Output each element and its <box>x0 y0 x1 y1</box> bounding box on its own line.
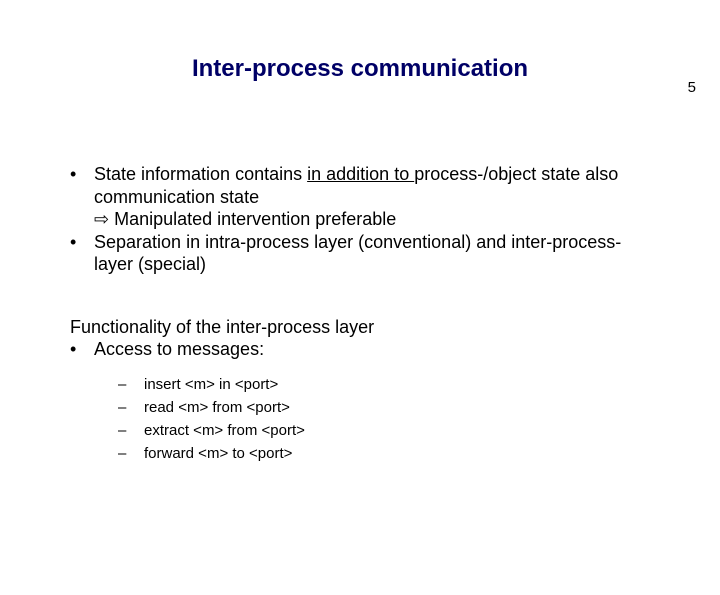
bullet-item-2: • Separation in intra-process layer (con… <box>70 231 660 276</box>
bullet-text: Access to messages: <box>94 338 660 361</box>
dash-icon: – <box>118 419 144 442</box>
page-number: 5 <box>688 79 696 96</box>
dash-icon: – <box>118 373 144 396</box>
arrow-icon: ⇨ <box>94 209 109 229</box>
bullet-dot-icon: • <box>70 163 94 186</box>
list-item: – read <m> from <port> <box>118 396 660 419</box>
bullet-dot-icon: • <box>70 338 94 361</box>
section-functionality: Functionality of the inter-process layer… <box>70 316 660 466</box>
bullet1-consequence-line: ⇨ Manipulated intervention preferable <box>94 208 660 231</box>
sub-list: – insert <m> in <port> – read <m> from <… <box>118 373 660 466</box>
dash-icon: – <box>118 396 144 419</box>
bullet1-consequence: Manipulated intervention preferable <box>109 209 396 229</box>
list-item: – forward <m> to <port> <box>118 442 660 465</box>
bullet-item-1: • State information contains in addition… <box>70 163 660 208</box>
sub-item-text: extract <m> from <port> <box>144 419 305 442</box>
sub-item-text: read <m> from <port> <box>144 396 290 419</box>
section2-heading: Functionality of the inter-process layer <box>70 316 660 339</box>
bullet1-underlined: in addition to <box>307 164 414 184</box>
sub-item-text: forward <m> to <port> <box>144 442 292 465</box>
bullet-dot-icon: • <box>70 231 94 254</box>
slide-content: • State information contains in addition… <box>70 163 660 466</box>
bullet-item-access: • Access to messages: <box>70 338 660 361</box>
list-item: – extract <m> from <port> <box>118 419 660 442</box>
dash-icon: – <box>118 442 144 465</box>
bullet-text: State information contains in addition t… <box>94 163 660 208</box>
bullet-text: Separation in intra-process layer (conve… <box>94 231 660 276</box>
list-item: – insert <m> in <port> <box>118 373 660 396</box>
bullet1-pre: State information contains <box>94 164 307 184</box>
slide-title: Inter-process communication <box>0 55 720 83</box>
sub-item-text: insert <m> in <port> <box>144 373 278 396</box>
